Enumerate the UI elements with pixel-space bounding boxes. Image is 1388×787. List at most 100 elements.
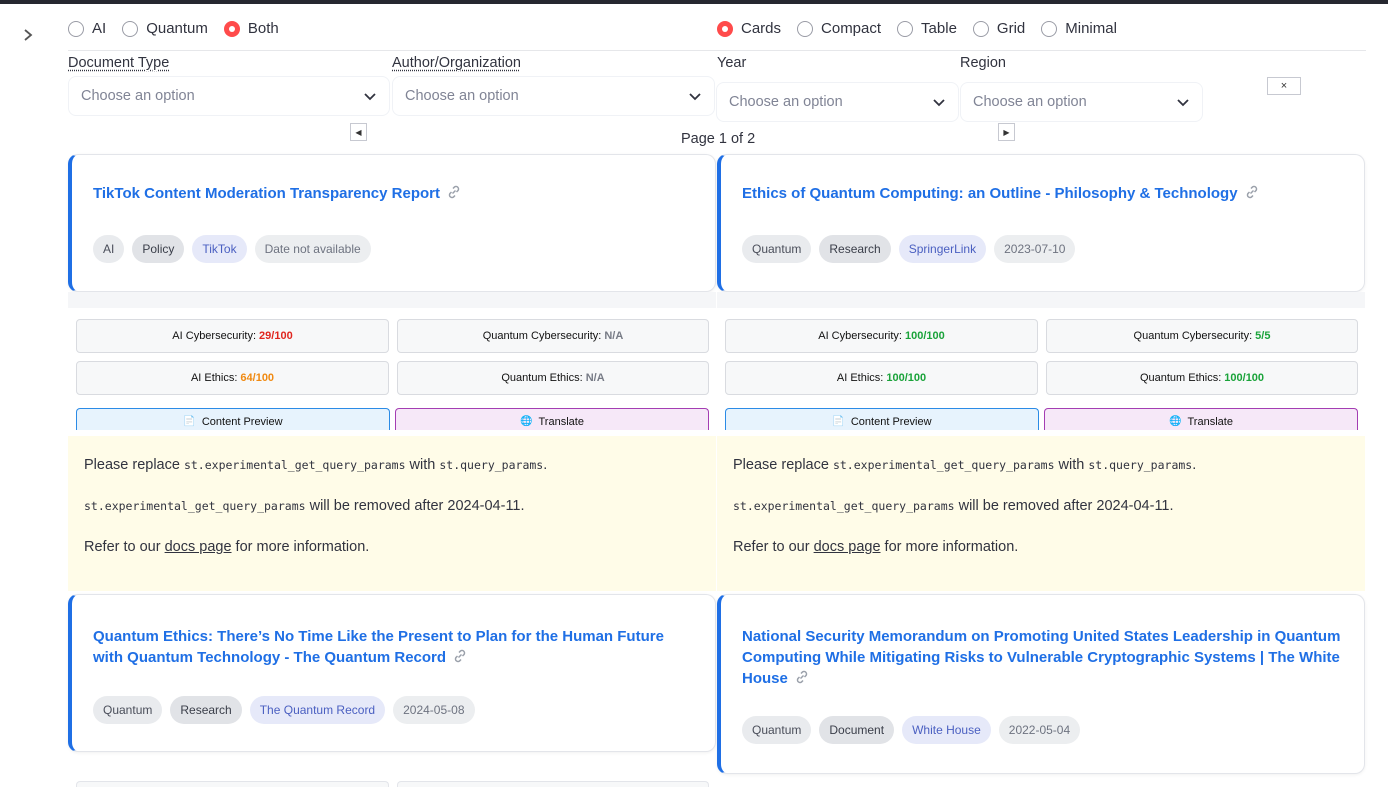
warning-line: Refer to our docs page for more informat… — [84, 538, 700, 557]
metric-label: Quantum Cybersecurity: — [482, 330, 602, 342]
button-label: Content Preview — [850, 416, 932, 428]
metric-label: Quantum Ethics: — [501, 372, 583, 384]
type-tag: Research — [170, 696, 242, 724]
card-title-link[interactable]: National Security Memorandum on Promotin… — [742, 623, 1343, 689]
page-indicator: Page 1 of 2 — [681, 131, 756, 147]
warning-text: for more information. — [231, 539, 370, 555]
warning-text: with — [1054, 457, 1089, 473]
warning-line: Please replace st.experimental_get_query… — [733, 456, 1349, 475]
metric-value: 100/100 — [886, 372, 927, 384]
metric-strip — [397, 781, 709, 787]
warning-line: st.experimental_get_query_params will be… — [733, 497, 1349, 516]
radio-circle — [897, 20, 914, 37]
metric-value: N/A — [585, 372, 605, 384]
ai-ethics-metric: AI Ethics: 100/100 — [725, 361, 1038, 395]
card-title-link[interactable]: TikTok Content Moderation Transparency R… — [93, 183, 694, 204]
region-select[interactable]: Choose an option — [960, 82, 1203, 122]
radio-label: Grid — [996, 20, 1026, 37]
radio-label: Table — [921, 20, 957, 37]
chevron-down-icon — [364, 93, 376, 101]
card-title-link[interactable]: Ethics of Quantum Computing: an Outline … — [742, 183, 1343, 204]
radio-compact[interactable]: Compact — [797, 20, 881, 37]
document-card: National Security Memorandum on Promotin… — [717, 594, 1365, 774]
tag-row: AI Policy TikTok Date not available — [93, 235, 379, 263]
domain-tag: Quantum — [742, 235, 812, 263]
translate-button[interactable]: 🌐 Translate — [395, 408, 709, 430]
ai-cybersecurity-metric: AI Cybersecurity: 100/100 — [725, 319, 1038, 353]
source-tag: TikTok — [192, 235, 247, 263]
radio-cards[interactable]: Cards — [717, 20, 781, 37]
warning-text: with — [405, 457, 440, 473]
page-icon: 📄 — [183, 416, 196, 427]
chevron-down-icon — [933, 99, 945, 107]
warning-code: st.experimental_get_query_params — [84, 499, 306, 513]
globe-icon: 🌐 — [1169, 416, 1182, 427]
view-radio-group: Cards Compact Table Grid Minimal — [717, 20, 1133, 37]
clear-filters-button[interactable]: × — [1267, 77, 1301, 95]
year-select[interactable]: Choose an option — [716, 82, 959, 122]
translate-button[interactable]: 🌐 Translate — [1044, 408, 1358, 430]
type-tag: Policy — [132, 235, 185, 263]
radio-both[interactable]: Both — [223, 20, 279, 37]
quantum-cybersecurity-metric: Quantum Cybersecurity: N/A — [397, 319, 709, 353]
type-tag: Document — [819, 716, 895, 744]
radio-circle — [122, 20, 139, 37]
metric-value: 100/100 — [904, 330, 945, 342]
docs-link[interactable]: docs page — [814, 539, 881, 555]
date-tag: 2024-05-08 — [393, 696, 475, 724]
metric-label: AI Ethics: — [836, 372, 884, 384]
prev-page-button[interactable]: ◀ — [350, 123, 367, 141]
warning-code: st.query_params — [439, 458, 544, 472]
domain-radio-group: AI Quantum Both — [68, 20, 295, 37]
card-title: Ethics of Quantum Computing: an Outline … — [742, 185, 1238, 202]
radio-label: AI — [92, 20, 107, 37]
content-preview-button[interactable]: 📄 Content Preview — [76, 408, 390, 430]
warning-line: Refer to our docs page for more informat… — [733, 538, 1349, 557]
date-tag: 2023-07-10 — [994, 235, 1076, 263]
warning-code: st.experimental_get_query_params — [183, 458, 406, 472]
ai-ethics-metric: AI Ethics: 64/100 — [76, 361, 389, 395]
document-type-label: Document Type — [68, 55, 170, 71]
quantum-ethics-metric: Quantum Ethics: 100/100 — [1046, 361, 1358, 395]
tag-row: Quantum Research SpringerLink 2023-07-10 — [742, 235, 1083, 263]
next-page-button[interactable]: ▶ — [998, 123, 1015, 141]
radio-ai[interactable]: AI — [68, 20, 106, 37]
divider — [68, 50, 1366, 51]
document-type-select[interactable]: Choose an option — [68, 76, 390, 116]
metric-strip — [76, 781, 389, 787]
metric-label: AI Ethics: — [190, 372, 238, 384]
region-label: Region — [960, 55, 1006, 71]
metric-value: 100/100 — [1224, 372, 1265, 384]
link-icon — [796, 670, 808, 684]
warning-text: . — [1192, 457, 1197, 473]
card-title-link[interactable]: Quantum Ethics: There’s No Time Like the… — [93, 623, 694, 668]
select-placeholder: Choose an option — [81, 88, 195, 104]
radio-grid[interactable]: Grid — [972, 20, 1026, 37]
source-tag: The Quantum Record — [249, 696, 386, 724]
card-title: National Security Memorandum on Promotin… — [742, 628, 1341, 687]
sidebar-expand-button[interactable] — [18, 24, 38, 46]
radio-label: Compact — [821, 20, 882, 37]
docs-link[interactable]: docs page — [165, 539, 232, 555]
select-placeholder: Choose an option — [729, 94, 843, 110]
warning-line: st.experimental_get_query_params will be… — [84, 497, 700, 516]
deprecation-warning: Please replace st.experimental_get_query… — [68, 436, 716, 591]
domain-tag: Quantum — [742, 716, 812, 744]
author-org-select[interactable]: Choose an option — [392, 76, 715, 116]
metric-value: N/A — [604, 330, 624, 342]
quantum-ethics-metric: Quantum Ethics: N/A — [397, 361, 709, 395]
tag-row: Quantum Document White House 2022-05-04 — [742, 716, 1088, 744]
warning-code: st.experimental_get_query_params — [832, 458, 1055, 472]
source-tag: SpringerLink — [898, 235, 987, 263]
select-placeholder: Choose an option — [405, 88, 519, 104]
content-preview-button[interactable]: 📄 Content Preview — [725, 408, 1039, 430]
chevron-down-icon — [1177, 99, 1189, 107]
metric-label: Quantum Cybersecurity: — [1133, 330, 1253, 342]
radio-table[interactable]: Table — [897, 20, 957, 37]
source-tag: White House — [902, 716, 991, 744]
metric-label: AI Cybersecurity: — [818, 330, 902, 342]
radio-quantum[interactable]: Quantum — [122, 20, 208, 37]
radio-minimal[interactable]: Minimal — [1041, 20, 1117, 37]
radio-label: Quantum — [146, 20, 208, 37]
type-tag: Research — [819, 235, 891, 263]
